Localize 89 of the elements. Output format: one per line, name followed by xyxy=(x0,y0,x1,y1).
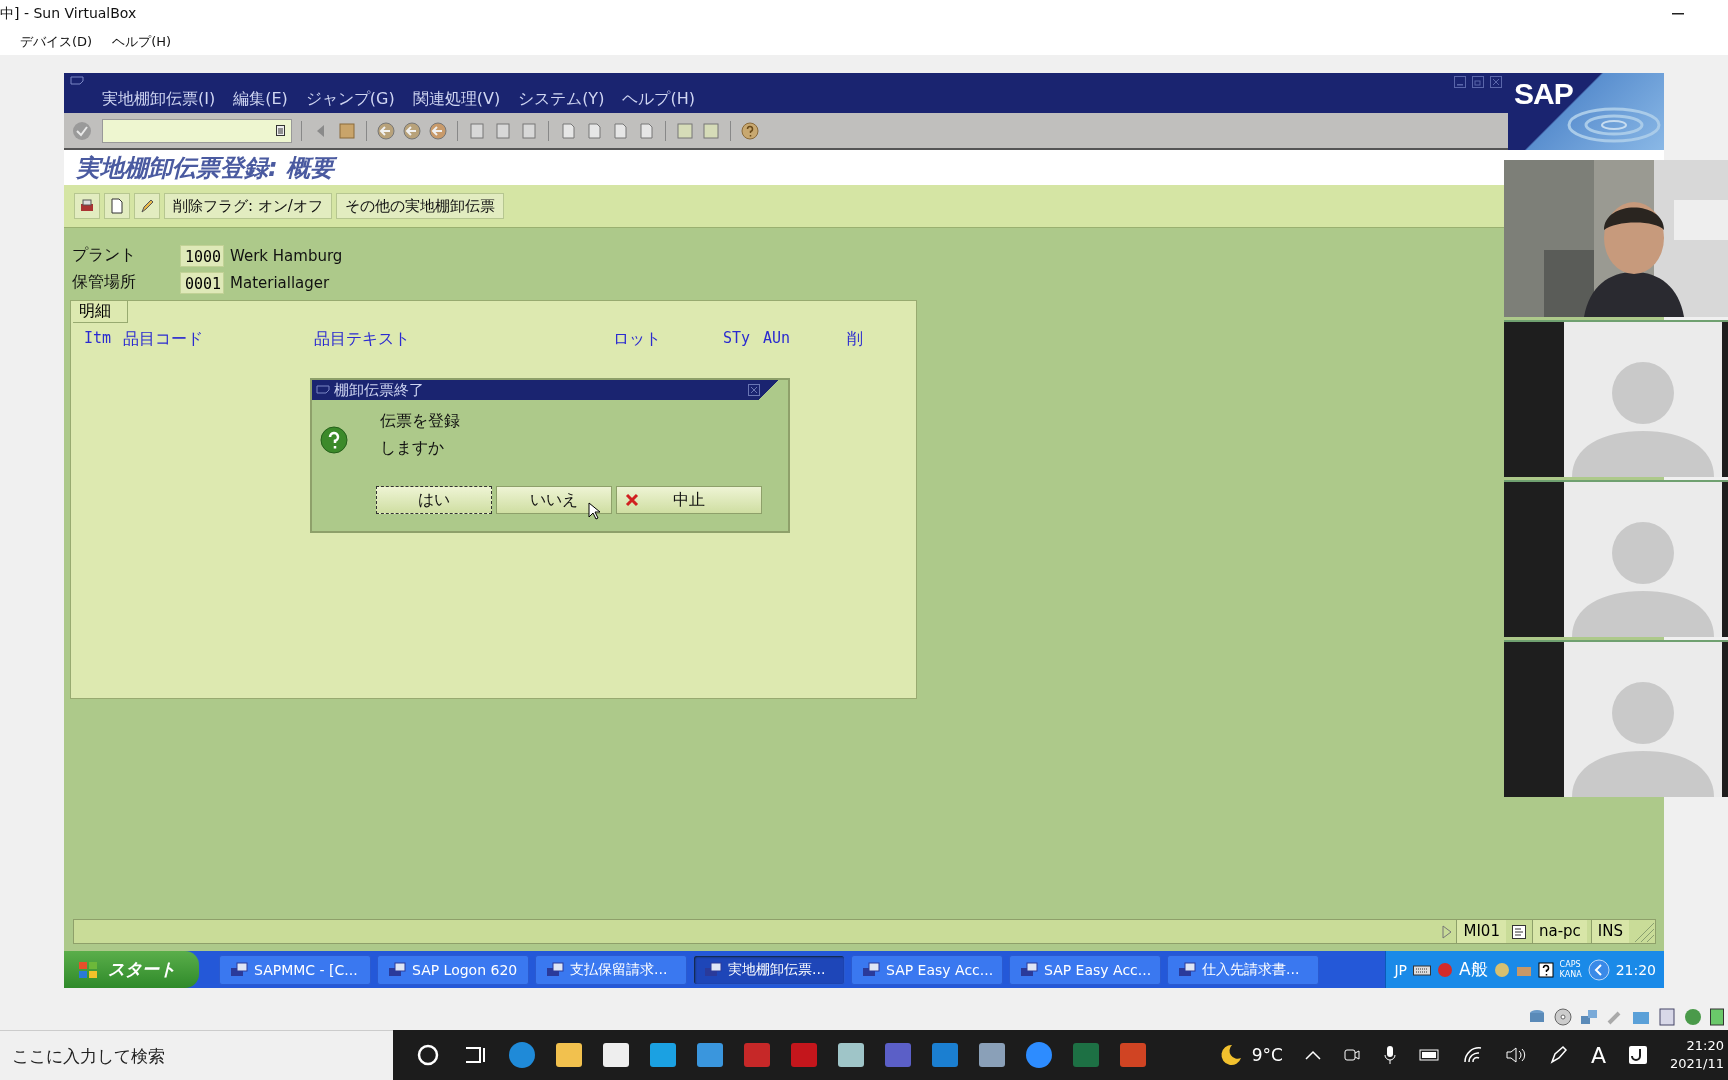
column-header: 品目テキスト xyxy=(314,329,410,350)
window-menu-icon[interactable] xyxy=(316,384,330,396)
field-value: 1000 xyxy=(180,244,224,267)
history-icon[interactable] xyxy=(276,125,285,136)
download-icon[interactable] xyxy=(1710,1008,1724,1026)
speaker-icon[interactable] xyxy=(1504,1046,1527,1064)
command-field[interactable] xyxy=(102,118,292,143)
dialog-message: 伝票を登録 xyxy=(380,411,460,432)
menu-item[interactable]: 編集(E) xyxy=(233,88,288,110)
computer-icon xyxy=(1020,961,1038,978)
group-tab[interactable]: 明細 xyxy=(73,301,128,323)
window-title: 中] - Sun VirtualBox xyxy=(0,5,137,23)
dialog-button[interactable]: 中止 xyxy=(616,486,762,514)
pencil-button[interactable] xyxy=(134,193,160,219)
toolbar-button[interactable]: 削除フラグ: オン/オフ xyxy=(164,193,332,219)
menu-item[interactable]: デバイス(D) xyxy=(20,32,93,51)
ime-mode-icon[interactable] xyxy=(1628,1045,1648,1065)
cursor-icon xyxy=(588,502,600,520)
kana-indicator: KANA xyxy=(1559,969,1582,980)
language-indicator[interactable]: JP xyxy=(1394,961,1407,978)
column-header: 削 xyxy=(847,329,863,350)
check-icon[interactable] xyxy=(72,120,92,141)
dialog-button[interactable]: はい xyxy=(376,486,492,514)
computer-icon xyxy=(546,961,564,978)
close-icon[interactable] xyxy=(748,384,760,396)
network-icon[interactable] xyxy=(1580,1008,1598,1026)
restore-icon[interactable] xyxy=(1472,76,1484,88)
taskbar-button[interactable]: SAP Easy Acc... xyxy=(851,954,1003,985)
taskbar-button[interactable]: SAP Logon 620 xyxy=(377,954,529,985)
dialog-title: 棚卸伝票終了 xyxy=(334,380,424,400)
battery-icon[interactable] xyxy=(1418,1048,1441,1062)
menu-item[interactable]: システム(Y) xyxy=(518,88,605,110)
taskbar-button[interactable]: SAPMMC - [C... xyxy=(219,954,371,985)
ball-icon[interactable] xyxy=(1436,961,1453,978)
pen-icon[interactable] xyxy=(1548,1045,1569,1065)
microphone-icon[interactable] xyxy=(1382,1045,1397,1065)
field-description: Materiallager xyxy=(230,273,330,292)
minimize-icon[interactable] xyxy=(1672,13,1684,15)
cross-icon xyxy=(625,493,639,507)
computer-icon xyxy=(388,961,406,978)
menu-item[interactable]: 関連処理(V) xyxy=(412,88,501,110)
chevron-up-icon[interactable] xyxy=(1304,1050,1321,1060)
column-header: 品目コード xyxy=(123,329,203,350)
chevron-left-icon[interactable] xyxy=(1587,958,1610,981)
taskbar-button[interactable]: 実地棚卸伝票... xyxy=(693,954,845,985)
field-description: Werk Hamburg xyxy=(230,246,343,265)
column-header: Itm xyxy=(84,329,112,347)
disc-icon[interactable] xyxy=(1554,1008,1572,1026)
computer-icon xyxy=(230,961,248,978)
toolbar-button[interactable]: その他の実地棚卸伝票 xyxy=(335,193,504,219)
computer-icon xyxy=(1178,961,1196,978)
dialog-message: しますか xyxy=(380,438,445,459)
window-menu-icon[interactable] xyxy=(70,76,84,87)
column-header: AUn xyxy=(763,329,791,347)
computer-icon xyxy=(862,961,880,978)
taskbar-button[interactable]: SAP Easy Acc... xyxy=(1009,954,1161,985)
keyboard-icon[interactable] xyxy=(1412,963,1431,976)
printer-button[interactable] xyxy=(74,193,100,219)
menu-item[interactable]: ヘルプ(H) xyxy=(622,88,695,110)
clock: 21:20 xyxy=(1615,961,1656,978)
menu-item[interactable]: ヘルプ(H) xyxy=(112,32,172,51)
taskbar-button[interactable]: 仕入先請求書... xyxy=(1167,954,1319,985)
field-value: 0001 xyxy=(180,271,224,294)
help-icon[interactable] xyxy=(1537,961,1554,978)
ime-indicator[interactable]: A xyxy=(1590,1042,1606,1068)
wifi-icon[interactable] xyxy=(1462,1046,1483,1064)
ime-indicator[interactable]: A般 xyxy=(1458,958,1488,981)
computer-icon xyxy=(704,961,722,978)
clock[interactable]: 21:20 xyxy=(1686,1037,1724,1055)
dialog-button[interactable]: いいえ xyxy=(496,486,612,514)
display-icon[interactable] xyxy=(1658,1008,1676,1026)
field-label: プラント xyxy=(71,245,137,266)
logo-text: SAP xyxy=(1514,77,1573,111)
menu-item[interactable]: ジャンプ(G) xyxy=(305,88,395,110)
close-icon[interactable] xyxy=(1490,76,1502,88)
column-header: STy xyxy=(723,329,751,347)
document-icon xyxy=(109,198,125,214)
menu-item[interactable]: 実地棚卸伝票(I) xyxy=(102,88,216,110)
question-icon xyxy=(320,426,348,454)
minimize-icon[interactable] xyxy=(1454,76,1466,88)
windows-logo-icon xyxy=(78,960,98,979)
pencil-icon xyxy=(139,198,155,214)
taskbar-button[interactable]: 支払保留請求... xyxy=(535,954,687,985)
field-label: 保管場所 xyxy=(71,272,137,293)
column-header: ロット xyxy=(613,329,661,350)
caps-indicator: CAPS xyxy=(1559,959,1582,970)
date[interactable]: 2021/11 xyxy=(1670,1055,1724,1073)
new-document-button[interactable] xyxy=(104,193,130,219)
temperature[interactable]: 9°C xyxy=(1251,1045,1283,1065)
